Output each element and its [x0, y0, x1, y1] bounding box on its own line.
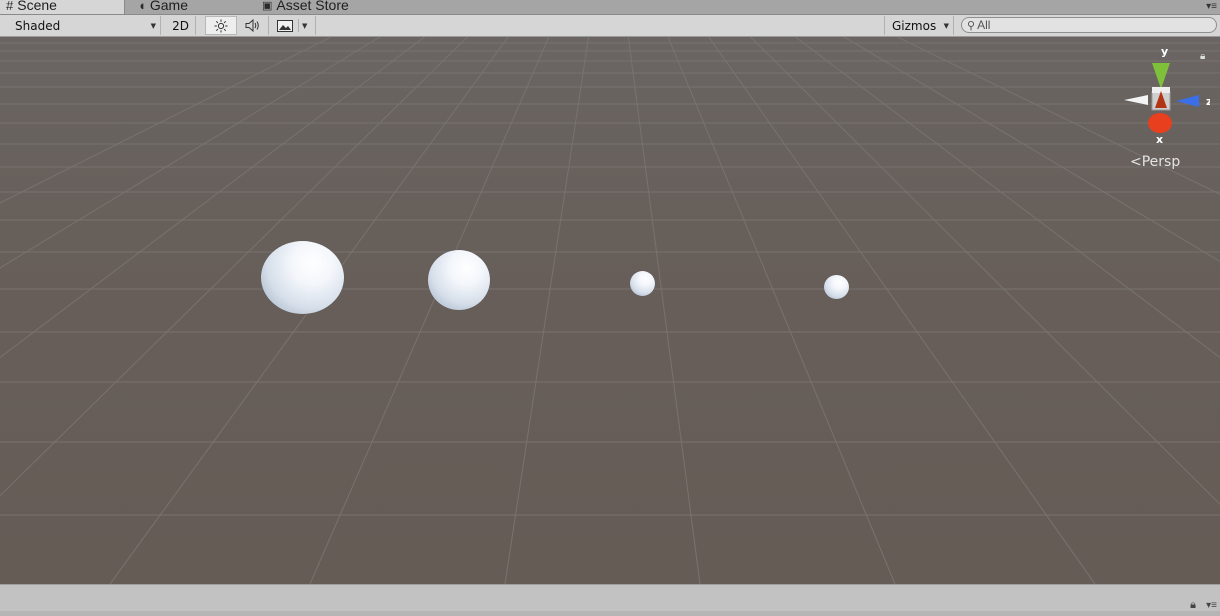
scene-orientation-gizmo[interactable]: y z x	[1120, 45, 1210, 155]
scene-effects-dropdown[interactable]: ▼	[270, 16, 316, 35]
neg-x-axis-cone[interactable]	[1124, 95, 1148, 105]
search-input[interactable]: ⚲ All	[961, 17, 1217, 33]
chevron-down-icon: ▼	[150, 21, 156, 30]
toggle-2d-button[interactable]: 2D	[166, 16, 196, 35]
scene-audio-button[interactable]	[238, 16, 269, 35]
tab-game-label: Game	[149, 0, 188, 13]
tab-asset-store-label: Asset Store	[276, 0, 349, 13]
z-axis-label: z	[1206, 95, 1210, 108]
toggle-2d-label: 2D	[172, 18, 189, 33]
speaker-icon	[245, 19, 259, 32]
search-value: All	[977, 18, 991, 32]
lock-icon[interactable]: 🔒︎	[1200, 51, 1205, 62]
y-axis-cone[interactable]	[1152, 63, 1170, 89]
panel-menu-icon[interactable]: ▾≡	[1206, 600, 1217, 611]
z-axis-cone[interactable]	[1176, 95, 1199, 107]
sphere-object[interactable]	[824, 275, 849, 299]
tab-asset-store[interactable]: ▣ Asset Store	[256, 0, 355, 14]
shopping-bag-icon: ▣	[262, 0, 273, 12]
grid-hash-icon: #	[6, 0, 14, 13]
scene-lighting-button[interactable]	[205, 16, 237, 35]
search-icon: ⚲	[967, 19, 976, 32]
sphere-object[interactable]	[428, 250, 490, 310]
x-axis-label: x	[1156, 133, 1163, 146]
chevron-down-icon: ▼	[943, 21, 949, 30]
scene-viewport[interactable]: y z x 🔒︎ <Persp	[0, 37, 1220, 584]
chevron-left-icon: <	[1130, 154, 1142, 170]
chevron-down-icon: ▼	[302, 21, 308, 30]
sun-icon	[214, 19, 228, 32]
tab-game[interactable]: ◖ Game	[132, 0, 194, 14]
sphere-object[interactable]	[630, 271, 655, 296]
tab-scene-label: Scene	[17, 0, 57, 13]
image-icon	[277, 19, 293, 32]
y-axis-label: y	[1161, 45, 1168, 58]
projection-label: Persp	[1141, 154, 1181, 170]
editor-tab-bar: # Scene ◖ Game ▣ Asset Store ▾≡	[0, 0, 1220, 15]
sphere-object[interactable]	[261, 241, 344, 314]
scene-toolbar: Shaded ▼ 2D ▼ Gizmos ▼ ⚲ All	[0, 15, 1220, 37]
pacman-icon: ◖	[138, 0, 146, 13]
x-axis-cone[interactable]	[1148, 113, 1172, 133]
bottom-panel-strip: 🔒︎ ▾≡	[0, 584, 1220, 616]
tab-scene[interactable]: # Scene	[0, 0, 125, 14]
projection-toggle[interactable]: <Persp	[1130, 154, 1180, 170]
ground-grid	[0, 37, 1220, 584]
gizmos-label: Gizmos	[892, 18, 937, 33]
shading-mode-label: Shaded	[15, 18, 61, 33]
tab-menu-icon[interactable]: ▾≡	[1206, 1, 1217, 12]
gizmos-dropdown[interactable]: Gizmos ▼	[884, 16, 954, 35]
shading-mode-dropdown[interactable]: Shaded ▼	[0, 16, 161, 35]
panel-divider	[0, 611, 1220, 616]
lock-icon[interactable]: 🔒︎	[1190, 599, 1196, 612]
